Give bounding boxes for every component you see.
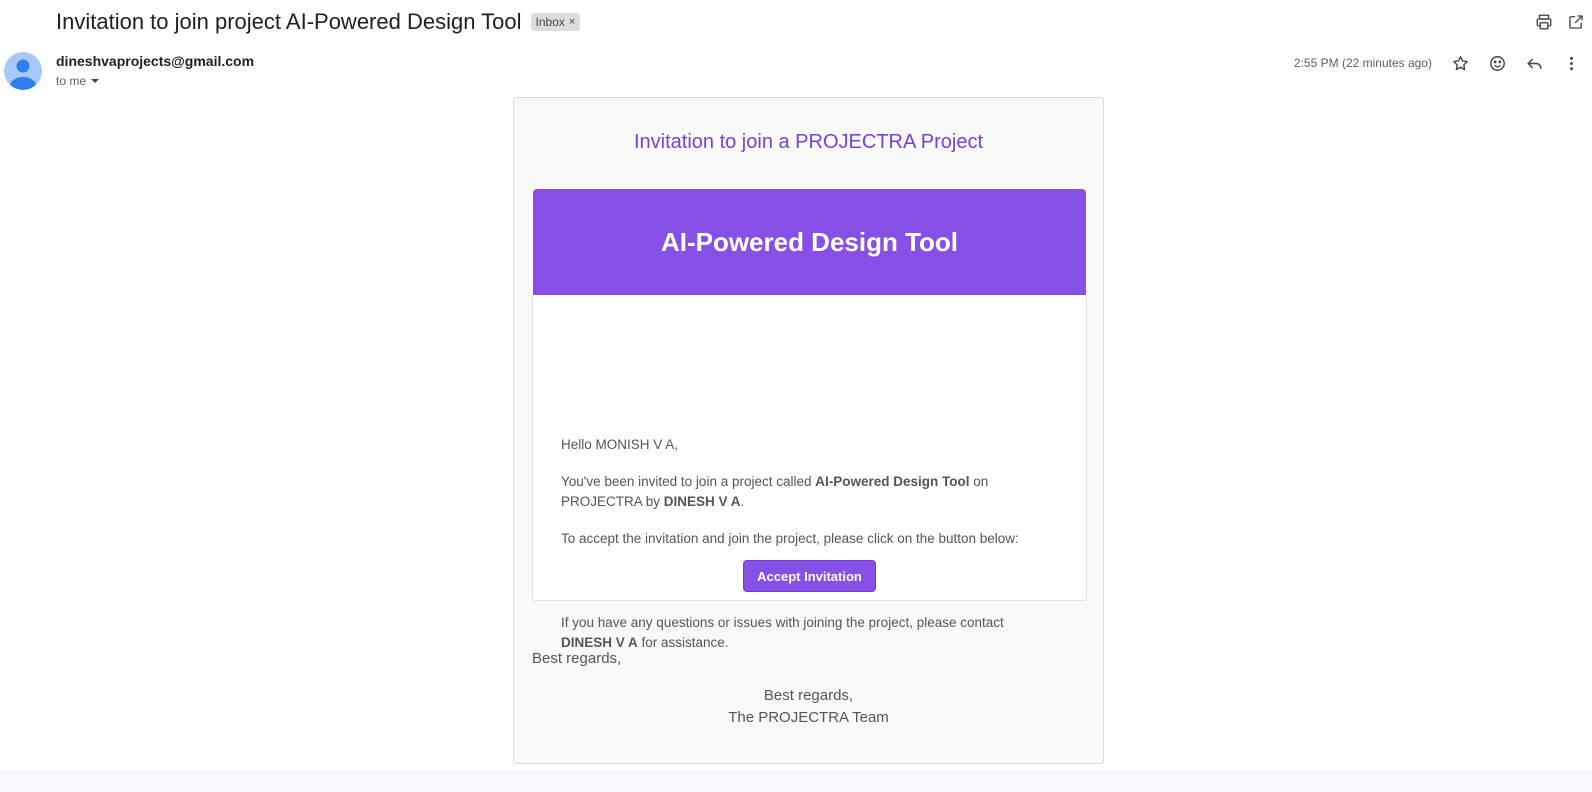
- email-body-card: Invitation to join a PROJECTRA Project A…: [513, 97, 1104, 764]
- contact-text-pre: If you have any questions or issues with…: [561, 615, 1004, 630]
- message-meta: 2:55 PM (22 minutes ago): [1294, 50, 1590, 76]
- email-subject: Invitation to join project AI-Powered De…: [56, 9, 522, 34]
- open-in-new-window-icon[interactable]: [1560, 10, 1592, 34]
- recipient-label: to me: [56, 74, 87, 88]
- caret-down-icon: [91, 79, 100, 83]
- email-heading: Invitation to join a PROJECTRA Project: [633, 131, 984, 153]
- remove-label-button[interactable]: ×: [569, 13, 575, 31]
- signature-block: Best regards, The PROJECTRA Team: [514, 685, 1103, 729]
- invitation-content: Hello MONISH V A, You've been invited to…: [532, 295, 1087, 650]
- project-banner: AI-Powered Design Tool: [533, 189, 1086, 295]
- inviter-name: DINESH V A: [663, 494, 741, 509]
- star-icon[interactable]: [1442, 50, 1479, 76]
- inbox-label-text: Inbox: [535, 15, 565, 29]
- top-actions: [1528, 10, 1592, 34]
- instruction-text: To accept the invitation and join the pr…: [561, 531, 1019, 546]
- person-icon: [10, 59, 36, 90]
- accept-invitation-button[interactable]: Accept Invitation: [743, 560, 876, 592]
- bottom-strip: [0, 770, 1592, 792]
- contact-text: If you have any questions or issues with…: [561, 613, 1056, 653]
- emoji-icon[interactable]: [1479, 50, 1516, 76]
- contact-text-post: for assistance.: [637, 635, 729, 650]
- email-subject-row: Invitation to join project AI-Powered De…: [56, 8, 581, 36]
- reply-icon[interactable]: [1516, 50, 1553, 76]
- greeting: Hello MONISH V A,: [561, 437, 679, 452]
- recipient-details-toggle[interactable]: to me: [56, 74, 100, 88]
- inbox-label-chip[interactable]: Inbox ×: [530, 13, 581, 31]
- more-vert-icon[interactable]: [1553, 50, 1590, 76]
- team-signature: The PROJECTRA Team: [728, 709, 889, 726]
- project-name: AI-Powered Design Tool: [815, 474, 970, 489]
- invite-text-end: .: [740, 494, 745, 509]
- sender-email[interactable]: dineshvaprojects@gmail.com: [56, 53, 254, 69]
- regards-left: Best regards,: [532, 650, 622, 667]
- contact-name: DINESH V A: [561, 635, 638, 650]
- banner-title: AI-Powered Design Tool: [660, 226, 959, 257]
- regards-center: Best regards,: [763, 687, 854, 704]
- sender-avatar[interactable]: [4, 52, 42, 90]
- invite-text-pre: You've been invited to join a project ca…: [561, 474, 816, 489]
- print-icon[interactable]: [1528, 10, 1560, 34]
- invitation-text: You've been invited to join a project ca…: [561, 472, 1056, 512]
- timestamp: 2:55 PM (22 minutes ago): [1293, 56, 1432, 70]
